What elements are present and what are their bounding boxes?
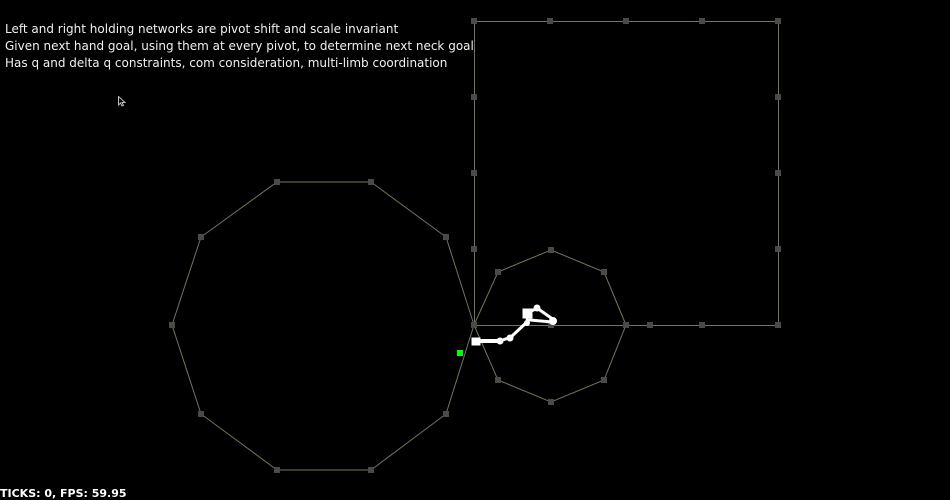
hold-vertex[interactable] xyxy=(443,411,449,417)
hold-vertex[interactable] xyxy=(601,377,607,383)
hold-vertex[interactable] xyxy=(471,170,477,176)
robot-joint xyxy=(496,337,504,345)
hold-vertex[interactable] xyxy=(775,18,781,24)
hold-vertex[interactable] xyxy=(443,234,449,240)
robot-hand xyxy=(471,337,481,346)
robot-joint xyxy=(524,320,530,326)
hold-vertex[interactable] xyxy=(623,322,629,328)
game-viewport[interactable]: Left and right holding networks are pivo… xyxy=(0,0,950,500)
hold-vertex[interactable] xyxy=(623,18,629,24)
hold-vertex[interactable] xyxy=(548,247,554,253)
hold-vertex[interactable] xyxy=(274,179,280,185)
large-polygon-holds xyxy=(169,179,475,473)
mouse-pointer-icon xyxy=(118,96,126,107)
hold-vertex[interactable] xyxy=(471,18,477,24)
hold-vertex[interactable] xyxy=(495,377,501,383)
hold-vertex[interactable] xyxy=(699,322,705,328)
robot-torso xyxy=(522,308,533,319)
hold-vertex[interactable] xyxy=(274,467,280,473)
hold-vertex[interactable] xyxy=(775,170,781,176)
scene-canvas[interactable] xyxy=(0,0,950,500)
hold-vertex[interactable] xyxy=(495,269,501,275)
hold-vertex[interactable] xyxy=(169,322,175,328)
large-polygon-vertices xyxy=(169,179,449,473)
goal-marker-icon[interactable] xyxy=(457,350,463,356)
large-polygon-outline xyxy=(171,181,475,471)
robot-joint xyxy=(533,304,541,312)
square-frame-vertices xyxy=(471,18,781,328)
info-line-3: Has q and delta q constraints, com consi… xyxy=(5,56,448,70)
hold-vertex[interactable] xyxy=(547,18,553,24)
robot-joint xyxy=(506,334,514,342)
hold-vertex[interactable] xyxy=(775,94,781,100)
hold-vertex[interactable] xyxy=(368,467,374,473)
hold-vertex[interactable] xyxy=(368,179,374,185)
info-line-2: Given next hand goal, using them at ever… xyxy=(5,39,474,53)
hold-vertex[interactable] xyxy=(775,322,781,328)
hold-vertex[interactable] xyxy=(198,411,204,417)
hold-vertex[interactable] xyxy=(699,18,705,24)
hold-vertex[interactable] xyxy=(471,322,477,328)
hold-vertex[interactable] xyxy=(198,234,204,240)
robot-limb xyxy=(528,318,554,324)
status-readout: TICKS: 0, FPS: 59.95 xyxy=(0,487,127,500)
hold-vertex[interactable] xyxy=(548,399,554,405)
hold-vertex[interactable] xyxy=(647,322,653,328)
robot-joint xyxy=(549,317,557,325)
hold-vertex[interactable] xyxy=(471,94,477,100)
square-frame-outline xyxy=(474,21,779,326)
hold-vertex[interactable] xyxy=(601,269,607,275)
info-line-1: Left and right holding networks are pivo… xyxy=(5,22,399,36)
hold-vertex[interactable] xyxy=(471,246,477,252)
square-frame-holds xyxy=(471,18,781,328)
hold-vertex[interactable] xyxy=(775,246,781,252)
